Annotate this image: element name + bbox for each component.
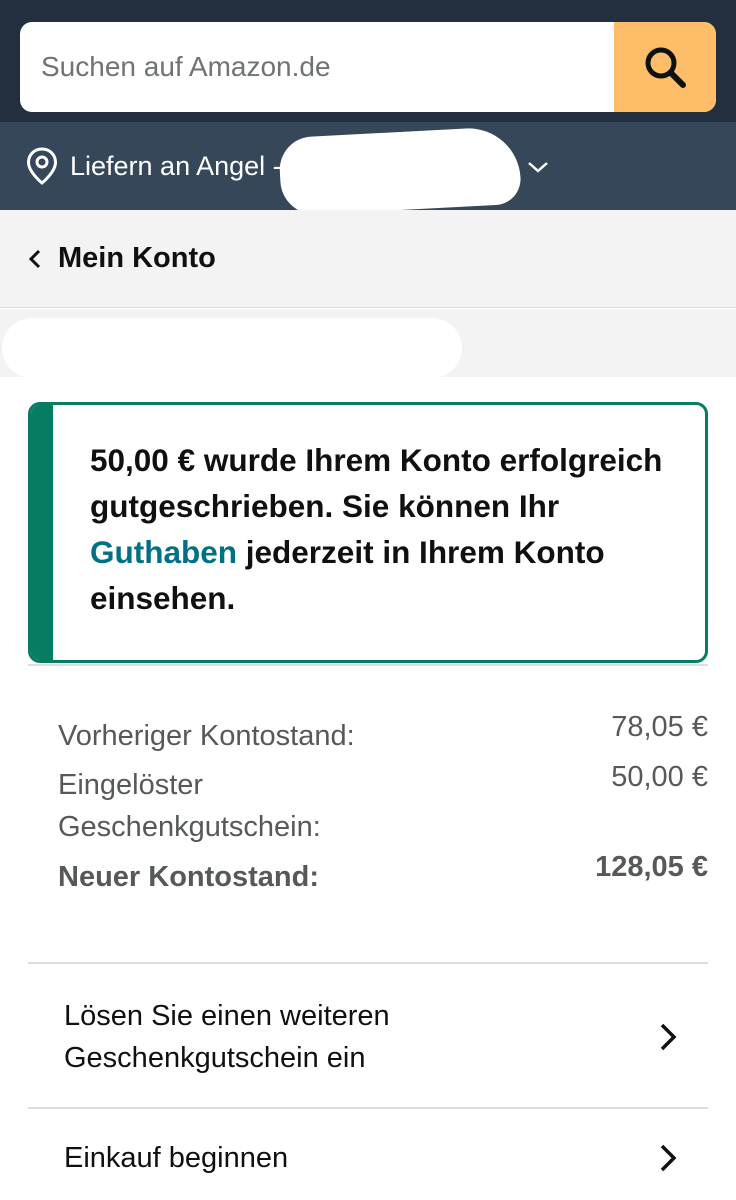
divider: [28, 664, 708, 666]
search-bar: [20, 22, 716, 112]
previous-balance-value: 78,05 €: [611, 711, 708, 743]
success-alert: 50,00 € wurde Ihrem Konto erfolgreich gu…: [28, 402, 708, 663]
search-button[interactable]: [614, 22, 716, 112]
redeem-another-voucher-link[interactable]: Lösen Sie einen weiteren Geschenkgutsche…: [28, 992, 708, 1082]
redacted-content: [2, 318, 462, 378]
start-shopping-link[interactable]: Einkauf beginnen: [28, 1136, 708, 1180]
new-balance-label: Neuer Kontostand:: [58, 861, 319, 893]
location-pin-icon: [26, 147, 58, 185]
redeem-another-voucher-label: Lösen Sie einen weiteren Geschenkgutsche…: [64, 1000, 390, 1074]
chevron-right-icon: [660, 1144, 677, 1172]
redeemed-voucher-value: 50,00 €: [611, 761, 708, 793]
alert-accent-bar: [31, 405, 53, 660]
divider: [28, 1107, 708, 1109]
previous-balance-label: Vorheriger Kontostand:: [58, 720, 355, 752]
search-icon: [645, 47, 686, 88]
guthaben-link[interactable]: Guthaben: [90, 534, 237, 570]
chevron-left-icon: [28, 249, 41, 268]
divider: [28, 962, 708, 964]
chevron-right-icon: [660, 1023, 677, 1051]
account-title: Mein Konto: [58, 242, 216, 274]
start-shopping-label: Einkauf beginnen: [64, 1142, 289, 1174]
redeemed-voucher-label: Eingelöster Geschenkgutschein:: [58, 769, 321, 843]
delivery-label: Liefern an Angel -: [70, 150, 282, 181]
alert-message: 50,00 € wurde Ihrem Konto erfolgreich gu…: [90, 437, 670, 621]
alert-text-before: 50,00 € wurde Ihrem Konto erfolgreich gu…: [90, 442, 663, 524]
chevron-down-icon[interactable]: [527, 159, 549, 175]
new-balance-value: 128,05 €: [595, 851, 708, 883]
redacted-address: [278, 125, 522, 217]
search-input[interactable]: [20, 22, 614, 112]
top-header: [0, 0, 736, 122]
account-back-link[interactable]: Mein Konto: [0, 210, 736, 308]
